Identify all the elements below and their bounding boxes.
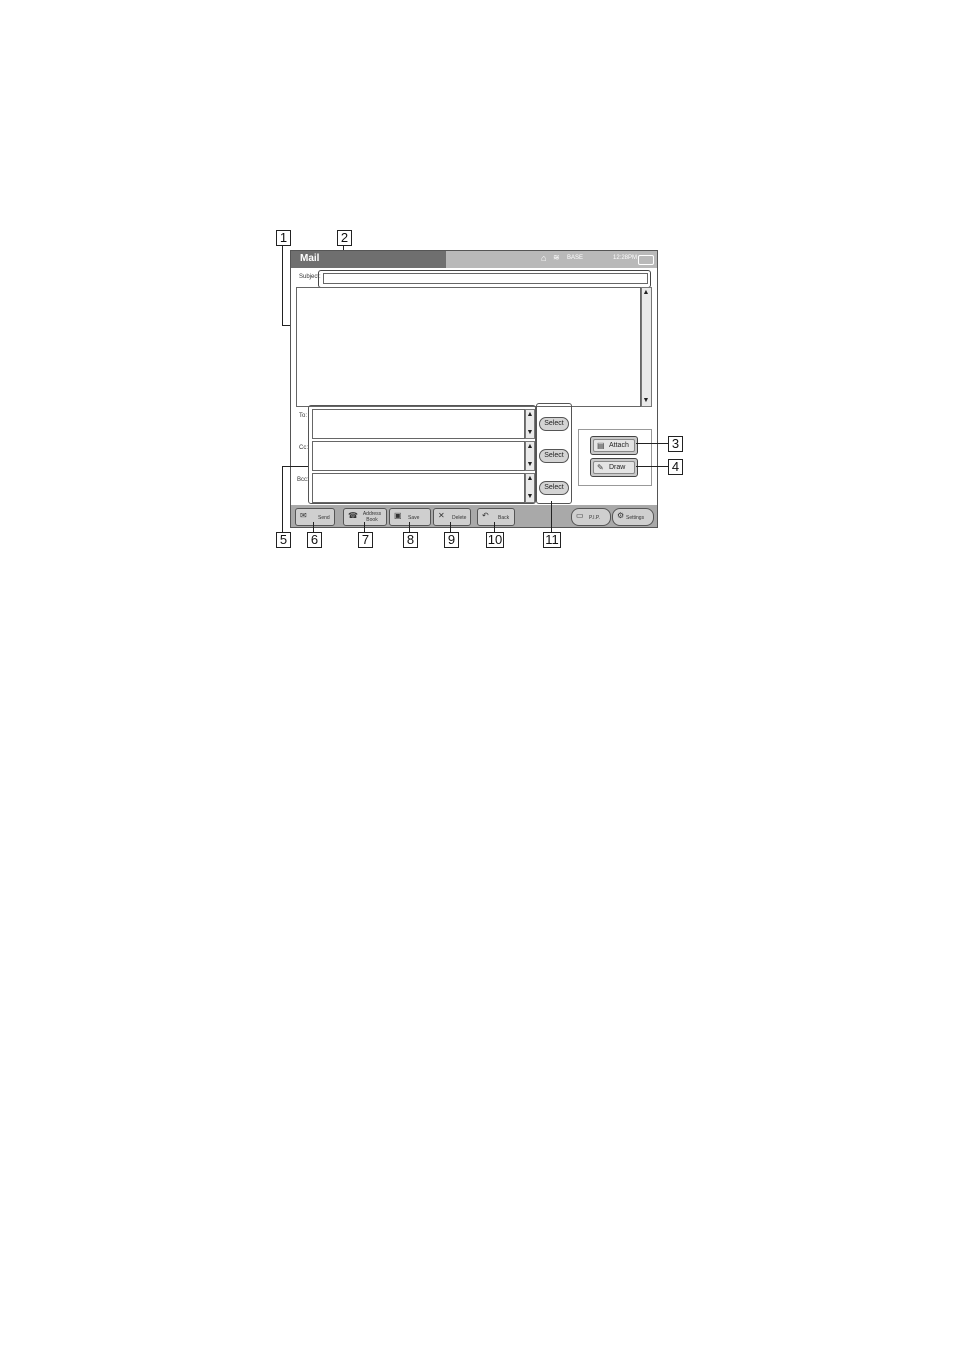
pip-button[interactable]: ▭ P.I.P. bbox=[571, 508, 611, 526]
cc-select-button[interactable]: Select bbox=[539, 449, 569, 463]
callout-1: 1 bbox=[276, 230, 291, 246]
send-icon: ✉ bbox=[300, 511, 307, 520]
cc-field[interactable] bbox=[312, 441, 525, 471]
cc-scrollbar[interactable]: ▲ ▼ bbox=[525, 441, 535, 471]
leader-line bbox=[409, 522, 410, 532]
callout-10: 10 bbox=[486, 532, 504, 548]
app-title: Mail bbox=[300, 253, 320, 264]
draw-label: Draw bbox=[609, 464, 626, 471]
bcc-label: Bcc: bbox=[297, 477, 309, 483]
address-book-icon: ☎ bbox=[348, 511, 358, 520]
leader-line bbox=[282, 466, 283, 532]
leader-line bbox=[494, 522, 495, 532]
callout-6: 6 bbox=[307, 532, 322, 548]
draw-icon: ✎ bbox=[597, 463, 604, 472]
scroll-up-icon[interactable]: ▲ bbox=[526, 475, 534, 483]
base-status: BASE bbox=[567, 255, 584, 261]
bottom-toolbar: ✉ Send ☎ Address Book ▣ Save ✕ Delete ↶ … bbox=[291, 505, 657, 527]
cc-label: Cc: bbox=[299, 445, 308, 451]
home-icon: ⌂ bbox=[541, 253, 547, 263]
send-button[interactable]: ✉ Send bbox=[295, 508, 335, 526]
attach-button[interactable]: ▤ Attach bbox=[590, 436, 638, 455]
leader-line bbox=[450, 522, 451, 532]
battery-icon bbox=[638, 255, 654, 265]
send-label: Send bbox=[318, 515, 330, 521]
to-field[interactable] bbox=[312, 409, 525, 439]
save-icon: ▣ bbox=[394, 511, 402, 520]
save-label: Save bbox=[408, 515, 420, 521]
leader-line bbox=[551, 501, 552, 532]
settings-button[interactable]: ⚙ Settings bbox=[612, 508, 654, 526]
draw-button[interactable]: ✎ Draw bbox=[590, 458, 638, 477]
scroll-up-icon[interactable]: ▲ bbox=[642, 289, 650, 297]
address-book-button[interactable]: ☎ Address Book bbox=[343, 508, 387, 526]
mail-screen: Mail ⌂ ≋ BASE 12:28PM Subject: ▲ ▼ To: C… bbox=[290, 250, 658, 528]
attach-icon: ▤ bbox=[597, 441, 605, 450]
scroll-up-icon[interactable]: ▲ bbox=[526, 411, 534, 419]
bcc-field[interactable] bbox=[312, 473, 525, 503]
settings-label: Settings bbox=[626, 515, 645, 521]
scroll-up-icon[interactable]: ▲ bbox=[526, 443, 534, 451]
settings-icon: ⚙ bbox=[617, 511, 625, 520]
subject-input[interactable] bbox=[323, 273, 648, 284]
scroll-down-icon[interactable]: ▼ bbox=[526, 461, 534, 469]
title-bar: Mail ⌂ ≋ BASE 12:28PM bbox=[291, 251, 657, 268]
callout-2: 2 bbox=[337, 230, 352, 246]
scroll-down-icon[interactable]: ▼ bbox=[526, 429, 534, 437]
to-select-button[interactable]: Select bbox=[539, 417, 569, 431]
callout-11: 11 bbox=[543, 532, 561, 548]
leader-line bbox=[636, 466, 668, 467]
delete-button[interactable]: ✕ Delete bbox=[433, 508, 471, 526]
scroll-down-icon[interactable]: ▼ bbox=[642, 397, 650, 405]
pip-label: P.I.P. bbox=[589, 515, 600, 521]
back-button[interactable]: ↶ Back bbox=[477, 508, 515, 526]
callout-8: 8 bbox=[403, 532, 418, 548]
attach-label: Attach bbox=[609, 442, 629, 449]
delete-icon: ✕ bbox=[438, 511, 445, 520]
bcc-scrollbar[interactable]: ▲ ▼ bbox=[525, 473, 535, 503]
callout-5: 5 bbox=[276, 532, 291, 548]
callout-7: 7 bbox=[358, 532, 373, 548]
to-scrollbar[interactable]: ▲ ▼ bbox=[525, 409, 535, 439]
scroll-down-icon[interactable]: ▼ bbox=[526, 493, 534, 501]
leader-line bbox=[313, 522, 314, 532]
callout-4: 4 bbox=[668, 459, 683, 475]
delete-label: Delete bbox=[452, 515, 467, 521]
pip-icon: ▭ bbox=[576, 511, 584, 520]
leader-line bbox=[282, 466, 308, 467]
leader-line bbox=[636, 443, 668, 444]
leader-line bbox=[282, 245, 283, 325]
message-body[interactable] bbox=[296, 287, 641, 407]
bcc-select-button[interactable]: Select bbox=[539, 481, 569, 495]
clock: 12:28PM bbox=[613, 255, 638, 261]
body-scrollbar[interactable]: ▲ ▼ bbox=[641, 287, 652, 407]
callout-9: 9 bbox=[444, 532, 459, 548]
wireless-icon: ≋ bbox=[553, 253, 560, 262]
back-label: Back bbox=[498, 515, 510, 521]
callout-3: 3 bbox=[668, 436, 683, 452]
to-label: To: bbox=[299, 413, 308, 419]
leader-line bbox=[364, 522, 365, 532]
save-button[interactable]: ▣ Save bbox=[389, 508, 431, 526]
back-icon: ↶ bbox=[482, 511, 489, 520]
